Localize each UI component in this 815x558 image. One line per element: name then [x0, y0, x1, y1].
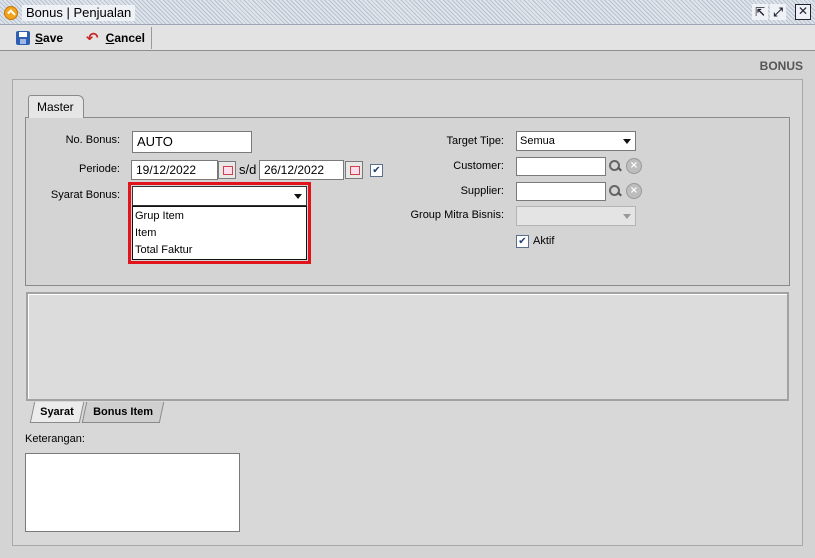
cancel-icon: ↶	[86, 29, 99, 47]
syarat-bonus-label: Syarat Bonus:	[50, 189, 120, 201]
keterangan-label: Keterangan:	[25, 433, 85, 445]
chevron-down-icon	[623, 139, 631, 144]
tab-syarat[interactable]: Syarat	[29, 402, 85, 423]
no-bonus-input[interactable]: AUTO	[132, 131, 252, 153]
periode-checkbox[interactable]: ✔	[370, 164, 383, 177]
supplier-input[interactable]	[516, 182, 606, 201]
target-tipe-select[interactable]: Semua	[516, 131, 636, 151]
cancel-button[interactable]: ↶ Cancel	[80, 27, 152, 49]
customer-input[interactable]	[516, 157, 606, 176]
customer-label: Customer:	[453, 160, 504, 172]
cancel-button-label: Cancel	[105, 31, 145, 45]
periode-label: Periode:	[79, 163, 120, 175]
restore-window-icon[interactable]: ⇱	[752, 4, 768, 20]
target-tipe-label: Target Tipe:	[446, 135, 504, 147]
group-mitra-bisnis-label: Group Mitra Bisnis:	[410, 209, 504, 221]
window-titlebar[interactable]: Bonus | Penjualan ⇱ ⤢ ✕	[0, 0, 815, 25]
calendar-icon[interactable]	[345, 161, 363, 179]
aktif-checkbox[interactable]: ✔	[516, 235, 529, 248]
window-title: Bonus | Penjualan	[22, 5, 136, 21]
search-icon[interactable]	[607, 158, 624, 175]
tab-master[interactable]: Master	[28, 95, 84, 118]
save-icon	[16, 31, 30, 45]
clear-icon[interactable]: ×	[626, 183, 642, 199]
clear-icon[interactable]: ×	[626, 158, 642, 174]
toolbar: Save ↶ Cancel	[0, 25, 815, 51]
save-button[interactable]: Save	[10, 27, 72, 49]
calendar-icon[interactable]	[218, 161, 236, 179]
highlight-box	[128, 182, 311, 264]
supplier-label: Supplier:	[460, 185, 504, 197]
maximize-window-icon[interactable]: ⤢	[770, 4, 786, 20]
tab-bonus-item[interactable]: Bonus Item	[81, 402, 165, 423]
keterangan-textarea[interactable]	[25, 453, 240, 532]
close-window-icon[interactable]: ✕	[795, 4, 811, 20]
search-icon[interactable]	[607, 183, 624, 200]
periode-from-input[interactable]: 19/12/2022	[131, 160, 218, 180]
page-heading: BONUS	[759, 59, 803, 73]
aktif-label: Aktif	[533, 235, 555, 247]
chevron-down-icon	[623, 214, 631, 219]
periode-to-input[interactable]: 26/12/2022	[259, 160, 344, 180]
save-button-label: Save	[35, 31, 64, 45]
periode-separator: s/d	[239, 162, 257, 177]
detail-grid-area[interactable]	[26, 292, 789, 401]
no-bonus-label: No. Bonus:	[65, 134, 120, 146]
app-icon	[4, 6, 18, 20]
group-mitra-bisnis-select[interactable]	[516, 206, 636, 226]
